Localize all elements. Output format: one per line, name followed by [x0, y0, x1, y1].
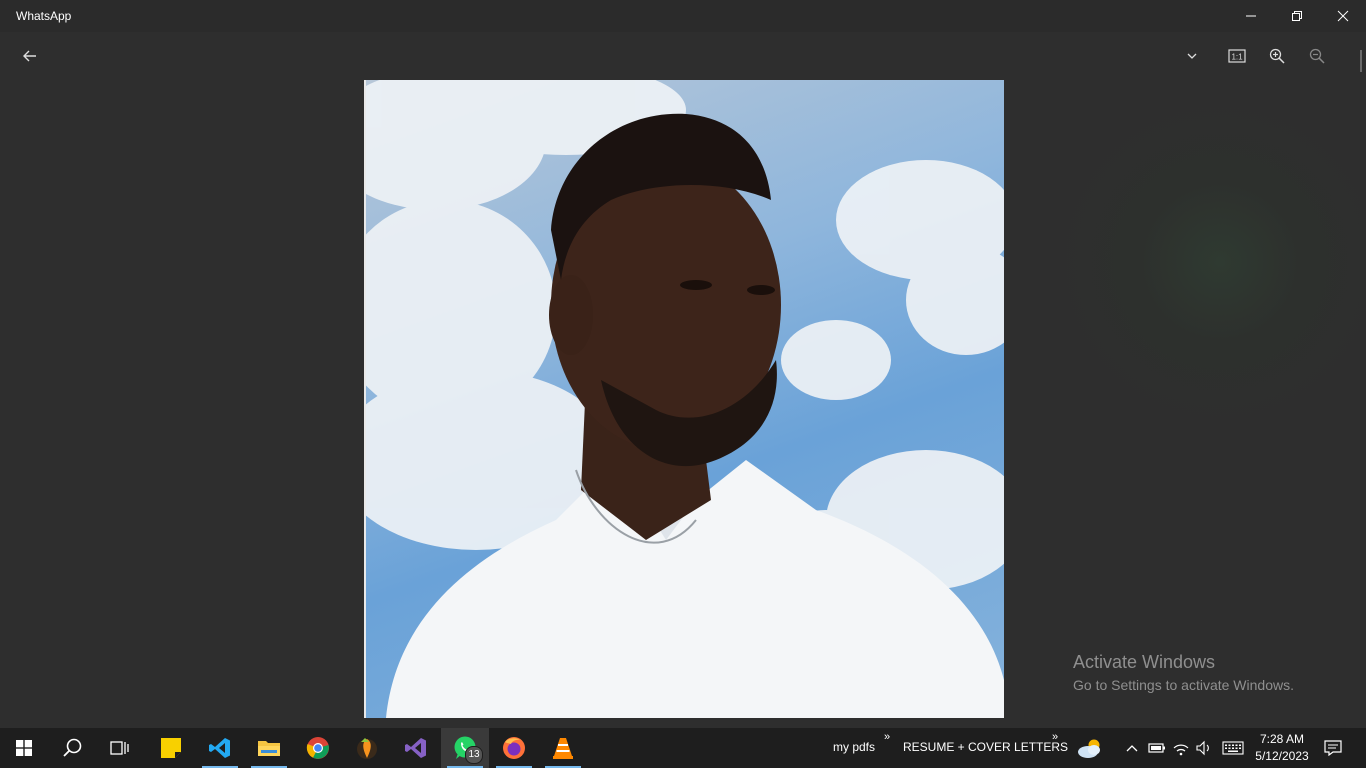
zoom-out-icon — [1309, 48, 1325, 64]
zoom-in-button[interactable] — [1261, 40, 1293, 72]
watermark-title: Activate Windows — [1073, 652, 1216, 672]
close-button[interactable] — [1320, 0, 1366, 32]
taskbar-chrome[interactable] — [294, 728, 342, 768]
taskbar: 13 my pdfs » RESUME + COVER LETTERS » 7:… — [0, 728, 1366, 768]
taskbar-file-explorer[interactable] — [245, 728, 293, 768]
activation-watermark: Activate Windows Go to Settings to activ… — [1073, 652, 1294, 693]
actual-size-label: 1:1 — [1231, 53, 1243, 62]
clock[interactable]: 7:28 AM 5/12/2023 — [1253, 731, 1311, 765]
clock-time: 7:28 AM — [1259, 732, 1305, 746]
restore-icon — [1292, 11, 1302, 21]
taskbar-vscode[interactable] — [196, 728, 244, 768]
volume-button[interactable] — [1192, 728, 1216, 768]
toolbar-my-pdfs[interactable]: my pdfs — [833, 740, 875, 754]
portrait-image — [366, 80, 1004, 718]
taskbar-firefox[interactable] — [490, 728, 538, 768]
toolbar-expand-icon[interactable]: » — [884, 731, 890, 743]
firefox-icon — [503, 737, 525, 759]
task-view-button[interactable] — [96, 728, 144, 768]
notifications-icon — [1324, 740, 1342, 756]
speaker-icon — [1196, 740, 1209, 756]
minimize-icon — [1246, 15, 1256, 17]
sticky-notes-icon — [161, 738, 181, 758]
start-button[interactable] — [0, 728, 48, 768]
actual-size-icon: 1:1 — [1228, 49, 1246, 63]
wifi-icon — [1173, 744, 1189, 756]
toolbar-expand-icon[interactable]: » — [1052, 731, 1058, 743]
battery-charging-icon — [1148, 743, 1165, 753]
title-bar: WhatsApp — [0, 0, 1366, 32]
windows-logo-icon — [16, 740, 32, 756]
vscode-icon — [209, 738, 230, 758]
taskbar-fl-studio[interactable] — [343, 728, 391, 768]
toolbar-resume-cover-letters[interactable]: RESUME + COVER LETTERS — [903, 740, 1068, 754]
scrollbar[interactable] — [1360, 50, 1362, 72]
weather-cloud-sun-icon — [1078, 739, 1100, 758]
visual-studio-icon — [405, 738, 426, 758]
image-viewer: 1:1 Activate Windows Go to Settings to a… — [0, 32, 1366, 728]
vlc-icon — [553, 738, 573, 759]
task-view-icon — [110, 741, 129, 755]
search-icon — [63, 738, 82, 757]
network-button[interactable] — [1169, 728, 1193, 768]
touch-keyboard-button[interactable] — [1218, 728, 1248, 768]
watermark-subtitle: Go to Settings to activate Windows. — [1073, 677, 1294, 693]
weather-widget[interactable] — [1066, 728, 1114, 768]
keyboard-icon — [1222, 741, 1244, 755]
photo[interactable] — [364, 80, 1004, 718]
restore-button[interactable] — [1274, 0, 1320, 32]
taskbar-vlc[interactable] — [539, 728, 587, 768]
taskbar-visual-studio[interactable] — [392, 728, 440, 768]
clock-date: 5/12/2023 — [1255, 749, 1309, 763]
more-options-button[interactable] — [1176, 40, 1208, 72]
show-hidden-icons-button[interactable] — [1119, 728, 1145, 768]
close-icon — [1337, 10, 1349, 22]
back-arrow-icon — [23, 50, 36, 62]
whatsapp-unread-badge: 13 — [465, 746, 483, 764]
fl-studio-icon — [357, 738, 377, 759]
folder-icon — [258, 741, 280, 756]
taskbar-whatsapp[interactable]: 13 — [441, 728, 489, 768]
actual-size-button[interactable]: 1:1 — [1221, 40, 1253, 72]
chrome-icon — [306, 737, 329, 759]
taskbar-sticky-notes[interactable] — [147, 728, 195, 768]
chevron-down-icon — [1187, 53, 1197, 59]
minimize-button[interactable] — [1228, 0, 1274, 32]
search-button[interactable] — [48, 728, 96, 768]
action-center-button[interactable] — [1318, 728, 1348, 768]
window-title: WhatsApp — [16, 9, 72, 23]
zoom-in-icon — [1269, 48, 1285, 64]
battery-button[interactable] — [1145, 728, 1169, 768]
chevron-up-icon — [1126, 745, 1138, 752]
back-button[interactable] — [14, 40, 46, 72]
zoom-out-button[interactable] — [1301, 40, 1333, 72]
